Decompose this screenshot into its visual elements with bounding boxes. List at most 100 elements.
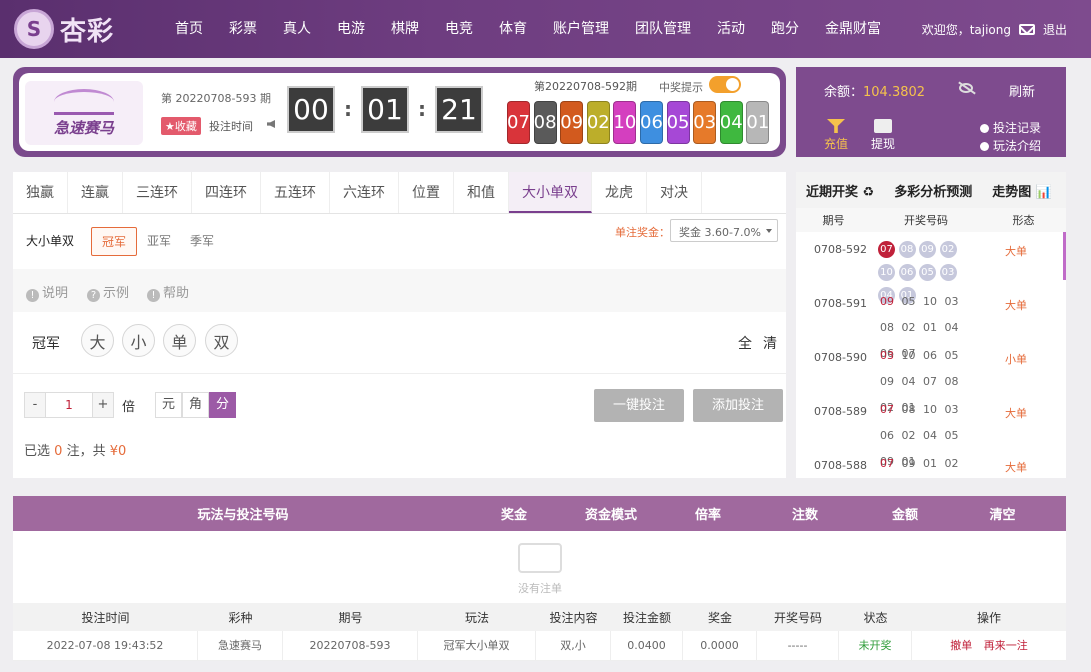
- sub-title: 大小单双: [26, 234, 75, 248]
- mail-icon[interactable]: [1018, 23, 1035, 35]
- history-number: 03: [944, 295, 959, 308]
- history-scrollbar[interactable]: [1063, 232, 1066, 280]
- add-bet-button[interactable]: 添加投注: [693, 389, 783, 422]
- balance-panel: 余额：104.3802 刷新 充值 提现 投注记录 玩法介绍: [796, 67, 1066, 157]
- tab-liulianhuan[interactable]: 六连环: [330, 172, 399, 213]
- multiplier-plus[interactable]: +: [92, 392, 114, 418]
- game-name: 急速赛马: [53, 118, 114, 137]
- history-number: 03: [944, 403, 959, 416]
- tab-duel[interactable]: 对决: [647, 172, 702, 213]
- unit-jiao[interactable]: 角: [182, 392, 209, 418]
- nav-home[interactable]: 首页: [162, 0, 216, 58]
- history-form: 大单: [1005, 299, 1027, 312]
- last-issue: 第20220708-592期: [534, 80, 637, 93]
- sub-tab-champion[interactable]: 冠军: [91, 227, 138, 256]
- multiplier-minus[interactable]: -: [24, 392, 46, 418]
- refresh-button[interactable]: 刷新: [1009, 81, 1035, 100]
- balance-links: 投注记录 玩法介绍: [980, 119, 1041, 155]
- history-number: 09: [880, 295, 894, 308]
- recharge-button[interactable]: 充值: [824, 119, 848, 152]
- rec-status: 未开奖: [839, 630, 912, 661]
- history-number: 02: [944, 457, 959, 470]
- hide-balance-icon[interactable]: [959, 83, 973, 93]
- multiplier-input[interactable]: 1: [46, 392, 92, 418]
- tab-position[interactable]: 位置: [399, 172, 454, 213]
- tab-trend[interactable]: 走势图 📊: [982, 181, 1062, 200]
- nav-account[interactable]: 账户管理: [540, 0, 622, 58]
- option-small[interactable]: 小: [122, 324, 155, 357]
- option-odd[interactable]: 单: [163, 324, 196, 357]
- help-explain[interactable]: ! 说明: [26, 282, 68, 302]
- cancel-bet-link[interactable]: 撤单: [950, 639, 972, 652]
- unit-yuan[interactable]: 元: [155, 392, 182, 418]
- help-example[interactable]: ? 示例: [87, 282, 129, 302]
- countdown-colon: :: [344, 97, 352, 121]
- tab-analysis[interactable]: 多彩分析预测: [884, 181, 982, 200]
- nav-live[interactable]: 真人: [270, 0, 324, 58]
- win-hint-label: 中奖提示: [659, 81, 703, 94]
- quick-bet-button[interactable]: 一键投注: [594, 389, 684, 422]
- col-issue: 期号: [822, 214, 845, 227]
- nav-sports[interactable]: 体育: [486, 0, 540, 58]
- history-form: 小单: [1005, 353, 1027, 366]
- tab-sum[interactable]: 和值: [454, 172, 509, 213]
- rec-col-ops: 操作: [976, 610, 1001, 625]
- play-intro-link[interactable]: 玩法介绍: [980, 137, 1041, 155]
- history-number: 06: [923, 349, 937, 362]
- tab-lianying[interactable]: 连赢: [68, 172, 123, 213]
- tab-big-small-odd-even[interactable]: 大小单双: [509, 172, 592, 213]
- history-number: 02: [901, 429, 916, 442]
- nav-team[interactable]: 团队管理: [622, 0, 704, 58]
- history-number: 02: [939, 241, 957, 258]
- select-all-button[interactable]: 全: [738, 333, 752, 353]
- help-help[interactable]: ! 帮助: [147, 282, 189, 302]
- sub-tab-third[interactable]: 季军: [180, 227, 224, 254]
- history-issue: 0708-591: [814, 297, 867, 310]
- history-row: 0708-591 09 05 10 03 08 02 01 04 06 07 大单: [796, 286, 1066, 360]
- nav-activity[interactable]: 活动: [704, 0, 758, 58]
- site-logo[interactable]: S 杏彩: [14, 9, 144, 49]
- rec-issue: 20220708-593: [283, 630, 418, 661]
- logout-link[interactable]: 退出: [1043, 21, 1067, 38]
- tab-silianhuan[interactable]: 四连环: [192, 172, 261, 213]
- nav-lottery[interactable]: 彩票: [216, 0, 270, 58]
- win-hint-toggle[interactable]: [709, 76, 741, 93]
- unit-fen[interactable]: 分: [209, 392, 236, 418]
- nav-esports[interactable]: 电竞: [432, 0, 486, 58]
- option-even[interactable]: 双: [205, 324, 238, 357]
- result-ball: 01: [746, 101, 770, 144]
- history-issue: 0708-590: [814, 351, 867, 364]
- tab-dragon-tiger[interactable]: 龙虎: [592, 172, 647, 213]
- tab-recent-draws[interactable]: 近期开奖 ♻: [796, 181, 884, 200]
- play-intro-label: 玩法介绍: [993, 139, 1042, 153]
- rec-time: 2022-07-08 19:43:52: [13, 630, 198, 661]
- history-issue: 0708-592: [814, 243, 867, 256]
- tab-wulianhuan[interactable]: 五连环: [261, 172, 330, 213]
- speaker-icon[interactable]: [267, 120, 275, 128]
- bet-time-label: 投注时间: [209, 120, 253, 133]
- history-number: 07: [878, 241, 895, 258]
- nav-wealth[interactable]: 金鼎财富: [812, 0, 894, 58]
- favorite-button[interactable]: ★收藏: [161, 117, 201, 135]
- bet-again-link[interactable]: 再来一注: [984, 639, 1028, 652]
- top-nav-bar: S 杏彩 首页 彩票 真人 电游 棋牌 电竞 体育 账户管理 团队管理 活动 跑…: [0, 0, 1091, 58]
- history-number: 06: [898, 264, 916, 281]
- prize-select[interactable]: 奖金 3.60-7.0%: [670, 219, 778, 242]
- withdraw-button[interactable]: 提现: [871, 119, 895, 152]
- selected-amount: ¥0: [109, 444, 127, 459]
- empty-box-icon: [518, 543, 562, 573]
- option-big[interactable]: 大: [81, 324, 114, 357]
- tab-duying[interactable]: 独赢: [13, 172, 68, 213]
- result-ball: 08: [533, 101, 557, 144]
- nav-cards[interactable]: 棋牌: [378, 0, 432, 58]
- clear-selection-button[interactable]: 清: [763, 333, 777, 353]
- cart-col-count: 注数: [791, 508, 818, 523]
- nav-paofen[interactable]: 跑分: [758, 0, 812, 58]
- tab-sanlianhuan[interactable]: 三连环: [123, 172, 192, 213]
- bet-record-link[interactable]: 投注记录: [980, 119, 1041, 137]
- sub-tab-second[interactable]: 亚军: [137, 227, 181, 254]
- nav-slots[interactable]: 电游: [324, 0, 378, 58]
- logo-mark: S: [14, 9, 54, 49]
- cart-clear-button[interactable]: 清空: [949, 504, 1056, 523]
- cart-body: 没有注单: [13, 531, 1066, 603]
